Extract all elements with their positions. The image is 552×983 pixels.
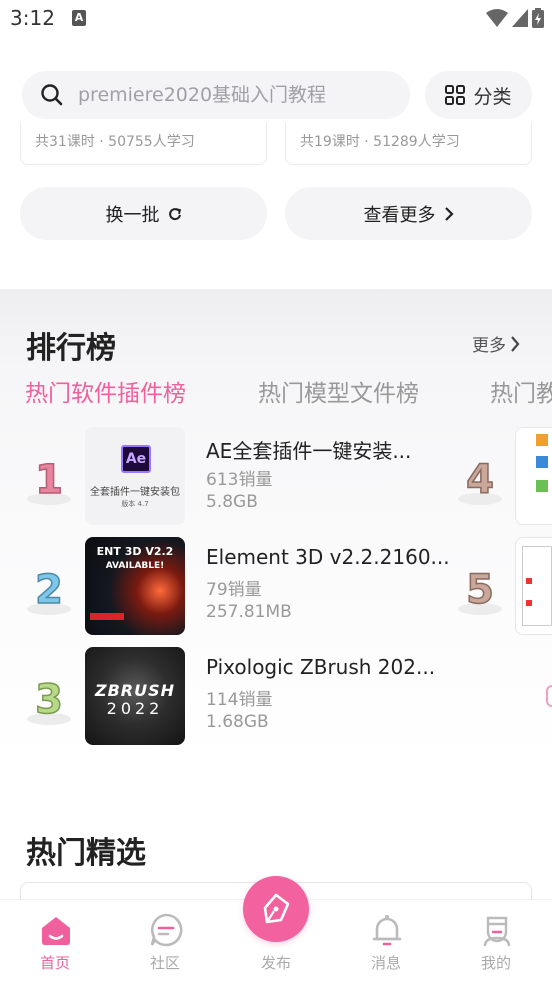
notification-icon: A bbox=[72, 10, 86, 26]
item-size: 5.8GB bbox=[206, 492, 258, 512]
partial-badge bbox=[546, 685, 552, 707]
status-icons bbox=[486, 8, 544, 28]
svg-text:2: 2 bbox=[35, 567, 63, 613]
item-thumbnail: Ae 全套插件一键安装包 版本 4.7 bbox=[85, 427, 185, 525]
item-thumbnail: ENT 3D V2.2 AVAILABLE! bbox=[85, 537, 185, 635]
tab-label: 发布 bbox=[260, 954, 291, 972]
refresh-label: 换一批 bbox=[105, 204, 160, 226]
tab-hot-tutorials[interactable]: 热门教 bbox=[490, 374, 552, 408]
view-more-button[interactable]: 查看更多 bbox=[285, 187, 532, 240]
item-sales: 114销量 bbox=[206, 690, 273, 710]
rank-5-badge: 5 bbox=[458, 566, 502, 615]
course-card[interactable]: 共31课时 · 50755人学习 bbox=[20, 122, 267, 165]
tab-label: 消息 bbox=[370, 954, 401, 972]
tab-hot-models[interactable]: 热门模型文件榜 bbox=[258, 374, 419, 408]
status-time: 3:12 bbox=[10, 6, 55, 30]
refresh-button[interactable]: 换一批 bbox=[20, 187, 267, 240]
rank-1-badge: 1 bbox=[27, 456, 71, 505]
item-name: Element 3D v2.2.2160... bbox=[206, 545, 450, 569]
signal-icon bbox=[512, 9, 528, 27]
bell-icon bbox=[372, 915, 402, 946]
publish-button[interactable] bbox=[243, 876, 309, 942]
publish-icon bbox=[263, 893, 290, 924]
ranking-item[interactable]: 3 ZBRUSH 2022 Pixologic ZBrush 202... 11… bbox=[0, 647, 552, 747]
tab-home[interactable]: 首页 bbox=[0, 900, 110, 983]
rank-4-badge: 4 bbox=[458, 456, 502, 505]
item-size: 1.68GB bbox=[206, 712, 269, 732]
rank-2-badge: 2 bbox=[27, 566, 71, 615]
course-meta: 共31课时 · 50755人学习 bbox=[35, 134, 195, 150]
svg-text:5: 5 bbox=[466, 567, 494, 613]
item-thumbnail-partial bbox=[515, 427, 552, 525]
ranking-more-link[interactable]: 更多 bbox=[472, 331, 520, 356]
thumb-sub: 2022 bbox=[106, 699, 164, 718]
ranking-section: 排行榜 更多 热门软件插件榜 热门模型文件榜 热门教 1 Ae 全套插件一键安装… bbox=[0, 289, 552, 794]
svg-text:4: 4 bbox=[466, 457, 494, 503]
course-meta: 共19课时 · 51289人学习 bbox=[300, 134, 460, 150]
tab-label: 我的 bbox=[480, 954, 511, 972]
item-sales: 613销量 bbox=[206, 470, 273, 490]
tab-profile[interactable]: 我的 bbox=[441, 900, 551, 983]
profile-icon bbox=[483, 916, 511, 947]
chevron-right-icon bbox=[444, 206, 454, 221]
category-label: 分类 bbox=[473, 85, 512, 108]
status-bar: 3:12 A bbox=[0, 0, 552, 40]
search-bar[interactable] bbox=[22, 71, 410, 119]
item-size: 257.81MB bbox=[206, 602, 292, 622]
home-icon bbox=[42, 917, 70, 945]
thumb-caption: 全套插件一键安装包 bbox=[90, 487, 180, 498]
battery-icon bbox=[532, 8, 544, 28]
search-input[interactable] bbox=[78, 71, 398, 119]
thumb-caption: ZBRUSH bbox=[94, 681, 176, 700]
grid-icon bbox=[445, 85, 466, 105]
item-sales: 79销量 bbox=[206, 580, 262, 600]
featured-title: 热门精选 bbox=[26, 836, 146, 871]
tab-label: 社区 bbox=[149, 954, 180, 972]
tab-messages[interactable]: 消息 bbox=[331, 900, 441, 983]
item-thumbnail: ZBRUSH 2022 bbox=[85, 647, 185, 745]
category-button[interactable]: 分类 bbox=[425, 71, 532, 119]
ranking-more-label: 更多 bbox=[472, 336, 506, 356]
item-name: AE全套插件一键安装... bbox=[206, 439, 412, 463]
thumb-sub: AVAILABLE! bbox=[105, 561, 165, 571]
svg-text:3: 3 bbox=[35, 677, 63, 723]
course-card[interactable]: 共19课时 · 51289人学习 bbox=[285, 122, 532, 165]
tab-community[interactable]: 社区 bbox=[110, 900, 220, 983]
svg-text:1: 1 bbox=[35, 457, 63, 503]
ranking-item[interactable]: 2 ENT 3D V2.2 AVAILABLE! Element 3D v2.2… bbox=[0, 537, 552, 637]
item-thumbnail-partial bbox=[515, 537, 552, 635]
community-icon bbox=[150, 913, 183, 947]
wifi-icon bbox=[486, 9, 508, 27]
rank-3-badge: 3 bbox=[27, 676, 71, 725]
ranking-title: 排行榜 bbox=[26, 331, 116, 366]
thumb-caption: ENT 3D V2.2 bbox=[96, 545, 174, 558]
chevron-right-icon bbox=[511, 335, 520, 352]
ae-logo: Ae bbox=[121, 445, 151, 473]
thumb-sub: 版本 4.7 bbox=[121, 500, 149, 508]
tab-hot-software[interactable]: 热门软件插件榜 bbox=[25, 374, 186, 408]
refresh-icon bbox=[168, 207, 181, 220]
item-name: Pixologic ZBrush 202... bbox=[206, 655, 436, 679]
view-more-label: 查看更多 bbox=[363, 204, 436, 226]
ranking-item[interactable]: 1 Ae 全套插件一键安装包 版本 4.7 AE全套插件一键安装... 613销… bbox=[0, 427, 552, 527]
tab-label: 首页 bbox=[39, 954, 70, 972]
search-icon bbox=[41, 84, 63, 106]
